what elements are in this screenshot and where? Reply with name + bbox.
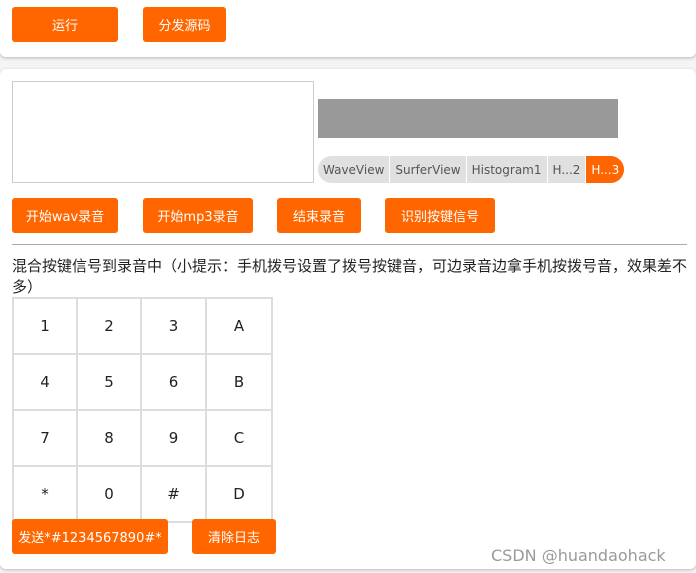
page-root: 运行 分发源码 WaveView SurferView Histogram1 H… [0, 0, 696, 573]
mix-hint-text: 混合按键信号到录音中（小提示：手机拨号设置了拨号按键音，可边录音边拿手机按拨号音… [12, 257, 688, 296]
toolbar-card: 运行 分发源码 [0, 0, 696, 57]
keypad-key-7[interactable]: 7 [14, 411, 76, 465]
keypad-key-4[interactable]: 4 [14, 355, 76, 409]
keypad-key-hash[interactable]: # [142, 467, 205, 521]
keypad-key-6[interactable]: 6 [142, 355, 205, 409]
keypad-key-2[interactable]: 2 [78, 299, 140, 353]
keypad-key-a[interactable]: A [207, 299, 271, 353]
start-wav-record-button[interactable]: 开始wav录音 [12, 198, 118, 233]
keypad-key-star[interactable]: * [14, 467, 76, 521]
keypad-key-9[interactable]: 9 [142, 411, 205, 465]
dial-keypad: 1 2 3 A 4 5 6 B 7 8 9 C * 0 # D [12, 297, 273, 523]
visualizer-bar [318, 99, 618, 138]
tab-histogram3[interactable]: H...3 [586, 156, 625, 183]
keypad-key-8[interactable]: 8 [78, 411, 140, 465]
send-dtmf-button[interactable]: 发送*#1234567890#* [12, 519, 168, 554]
keypad-key-b[interactable]: B [207, 355, 271, 409]
keypad-key-3[interactable]: 3 [142, 299, 205, 353]
waveform-canvas [12, 81, 314, 183]
detect-key-signal-button[interactable]: 识别按键信号 [385, 198, 495, 233]
divider [12, 244, 687, 245]
clear-log-button[interactable]: 清除日志 [192, 519, 276, 554]
csdn-watermark: CSDN @huandaohack [491, 546, 666, 565]
tab-surferview[interactable]: SurferView [390, 156, 467, 183]
tab-histogram1[interactable]: Histogram1 [467, 156, 548, 183]
stop-record-button[interactable]: 结束录音 [277, 198, 361, 233]
keypad-key-0[interactable]: 0 [78, 467, 140, 521]
visualizer-tabs: WaveView SurferView Histogram1 H...2 H..… [318, 156, 625, 183]
keypad-key-c[interactable]: C [207, 411, 271, 465]
tab-histogram2[interactable]: H...2 [548, 156, 587, 183]
keypad-key-5[interactable]: 5 [78, 355, 140, 409]
tab-waveview[interactable]: WaveView [318, 156, 391, 183]
start-mp3-record-button[interactable]: 开始mp3录音 [143, 198, 253, 233]
run-button[interactable]: 运行 [12, 7, 118, 42]
keypad-key-1[interactable]: 1 [14, 299, 76, 353]
keypad-key-d[interactable]: D [207, 467, 271, 521]
share-source-button[interactable]: 分发源码 [143, 7, 226, 42]
